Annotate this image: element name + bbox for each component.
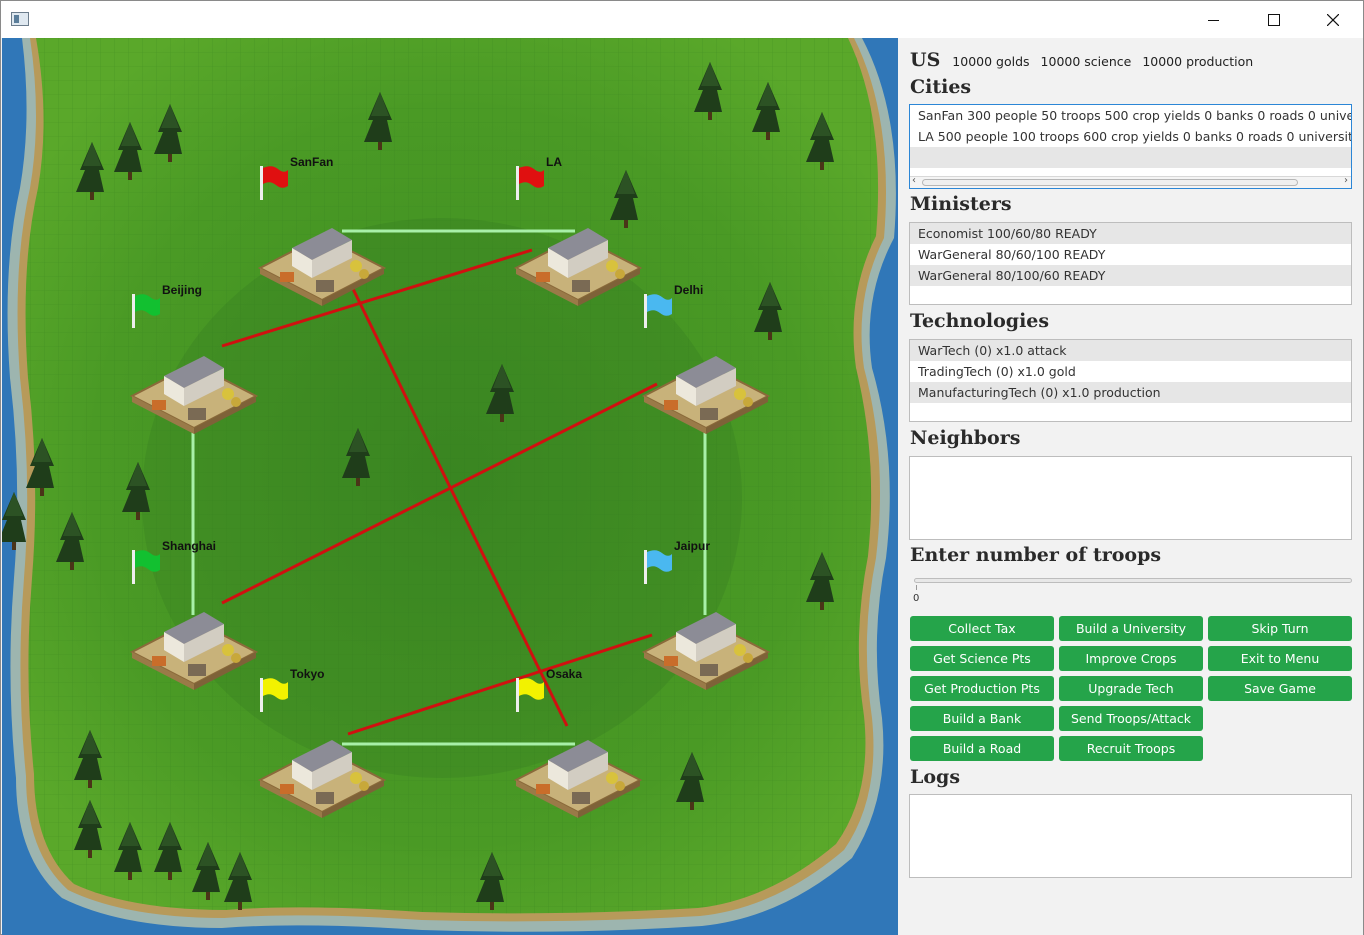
side-panel: US 10000 golds 10000 science 10000 produ… [898, 38, 1363, 935]
minimize-button[interactable] [1191, 1, 1237, 38]
minimize-icon [1208, 19, 1219, 21]
ministers-list[interactable]: Economist 100/60/80 READY WarGeneral 80/… [909, 222, 1352, 305]
player-stats: US 10000 golds 10000 science 10000 produ… [910, 49, 1264, 73]
troops-value: 0 [913, 593, 920, 604]
maximize-button[interactable] [1251, 1, 1297, 38]
title-bar [1, 1, 1363, 38]
tech-row[interactable]: ManufacturingTech (0) x1.0 production [910, 382, 1351, 403]
player-name: US [910, 49, 941, 71]
city-name: LA [546, 155, 562, 169]
skip-turn-button[interactable]: Skip Turn [1208, 616, 1352, 641]
logs-heading: Logs [910, 766, 961, 788]
ministers-heading: Ministers [910, 193, 1012, 215]
technologies-list[interactable]: WarTech (0) x1.0 attack TradingTech (0) … [909, 339, 1352, 422]
upgrade-tech-button[interactable]: Upgrade Tech [1059, 676, 1203, 701]
city-name: Jaipur [674, 539, 710, 553]
minister-row[interactable]: WarGeneral 80/100/60 READY [910, 265, 1351, 286]
city-row[interactable]: LA 500 people 100 troops 600 crop yields… [910, 126, 1351, 147]
technologies-heading: Technologies [910, 310, 1050, 332]
get-science-button[interactable]: Get Science Pts [910, 646, 1054, 671]
tech-row[interactable]: WarTech (0) x1.0 attack [910, 340, 1351, 361]
empty-row [910, 147, 1351, 168]
collect-tax-button[interactable]: Collect Tax [910, 616, 1054, 641]
gold-stat: 10000 golds [952, 54, 1030, 69]
troops-slider[interactable] [914, 578, 1352, 583]
close-icon [1327, 13, 1339, 26]
send-troops-button[interactable]: Send Troops/Attack [1059, 706, 1203, 731]
scroll-right-icon[interactable]: › [1344, 175, 1348, 186]
city-row[interactable]: SanFan 300 people 50 troops 500 crop yie… [910, 105, 1351, 126]
get-production-button[interactable]: Get Production Pts [910, 676, 1054, 701]
recruit-troops-button[interactable]: Recruit Troops [1059, 736, 1203, 761]
build-bank-button[interactable]: Build a Bank [910, 706, 1054, 731]
tech-row[interactable]: TradingTech (0) x1.0 gold [910, 361, 1351, 382]
troops-heading: Enter number of troops [910, 544, 1162, 566]
game-window: SanFan LA Beijing Delhi Shanghai Jaipur … [0, 0, 1364, 935]
close-button[interactable] [1310, 1, 1356, 38]
scroll-thumb[interactable] [922, 179, 1298, 186]
minister-row[interactable]: WarGeneral 80/60/100 READY [910, 244, 1351, 265]
logs-list[interactable] [909, 794, 1352, 878]
city-name: Tokyo [290, 667, 324, 681]
city-name: Beijing [162, 283, 202, 297]
production-stat: 10000 production [1142, 54, 1254, 69]
horizontal-scrollbar[interactable]: ‹ › [910, 175, 1351, 188]
save-game-button[interactable]: Save Game [1208, 676, 1352, 701]
neighbors-list[interactable] [909, 456, 1352, 540]
cities-heading: Cities [910, 76, 972, 98]
minister-row[interactable]: Economist 100/60/80 READY [910, 223, 1351, 244]
maximize-icon [1268, 13, 1280, 26]
slider-tick [916, 585, 917, 590]
neighbors-heading: Neighbors [910, 427, 1021, 449]
game-map[interactable]: SanFan LA Beijing Delhi Shanghai Jaipur … [2, 38, 898, 935]
city-name: Delhi [674, 283, 703, 297]
exit-to-menu-button[interactable]: Exit to Menu [1208, 646, 1352, 671]
city-name: Shanghai [162, 539, 216, 553]
build-road-button[interactable]: Build a Road [910, 736, 1054, 761]
city-name: Osaka [546, 667, 582, 681]
science-stat: 10000 science [1040, 54, 1132, 69]
city-name: SanFan [290, 155, 333, 169]
cities-list[interactable]: SanFan 300 people 50 troops 500 crop yie… [909, 104, 1352, 189]
scroll-left-icon[interactable]: ‹ [912, 175, 916, 186]
improve-crops-button[interactable]: Improve Crops [1059, 646, 1203, 671]
build-university-button[interactable]: Build a University [1059, 616, 1203, 641]
app-icon [11, 12, 29, 26]
